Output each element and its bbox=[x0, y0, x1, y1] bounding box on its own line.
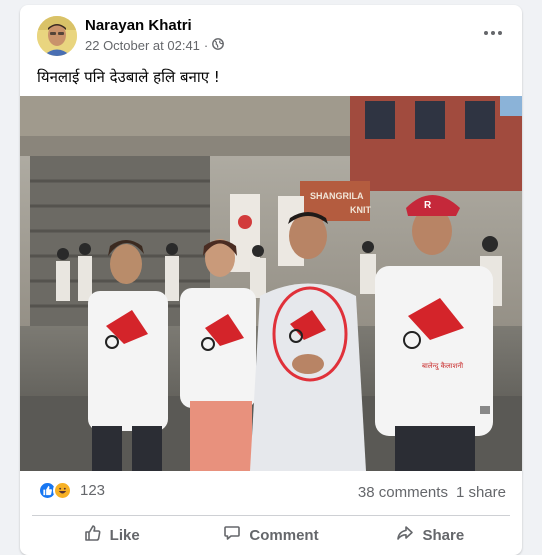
ellipsis-dot bbox=[491, 31, 495, 35]
post-actions: Like Comment Share bbox=[32, 517, 510, 553]
ellipsis-dot bbox=[498, 31, 502, 35]
reactions-summary[interactable]: 123 bbox=[38, 481, 105, 500]
share-icon bbox=[396, 524, 414, 546]
avatar[interactable] bbox=[37, 16, 77, 56]
reaction-count: 123 bbox=[80, 482, 106, 499]
post-timestamp[interactable]: 22 October at 02:41 bbox=[85, 38, 200, 53]
like-button[interactable]: Like bbox=[32, 517, 191, 553]
post-photo[interactable]: SHANGRILA KNIT R बालेन्दु कैलाशनी bbox=[20, 96, 522, 471]
shares-count[interactable]: 1 share bbox=[456, 484, 506, 501]
comment-button[interactable]: Comment bbox=[191, 517, 350, 553]
more-options-button[interactable] bbox=[478, 21, 508, 45]
thumbs-up-icon bbox=[84, 524, 102, 546]
divider bbox=[32, 515, 510, 516]
author-name[interactable]: Narayan Khatri bbox=[85, 17, 192, 34]
share-label: Share bbox=[422, 526, 465, 544]
shop-sign-text: SHANGRILA bbox=[310, 191, 364, 201]
post-header: Narayan Khatri 22 October at 02:41 · bbox=[20, 5, 522, 61]
comment-icon bbox=[223, 524, 241, 546]
post-meta: 22 October at 02:41 · bbox=[85, 38, 225, 53]
comment-label: Comment bbox=[249, 526, 319, 544]
photo-scene: SHANGRILA KNIT R बालेन्दु कैलाशनी bbox=[20, 96, 522, 471]
comments-count[interactable]: 38 comments bbox=[358, 484, 448, 501]
post-stats: 38 comments 1 share bbox=[358, 484, 506, 501]
meta-separator: · bbox=[203, 38, 209, 53]
shop-sign-text: KNIT bbox=[350, 205, 371, 215]
post-card: Narayan Khatri 22 October at 02:41 · यिन… bbox=[20, 5, 522, 555]
post-text: यिनलाई पनि देउबाले हलि बनाए ! bbox=[37, 68, 220, 86]
like-label: Like bbox=[109, 526, 140, 544]
cap-logo: R bbox=[424, 200, 432, 211]
shirt-text: बालेन्दु कैलाशनी bbox=[422, 361, 463, 371]
globe-icon bbox=[212, 38, 225, 53]
haha-icon bbox=[53, 481, 72, 500]
ellipsis-icon bbox=[484, 31, 488, 35]
share-button[interactable]: Share bbox=[351, 517, 510, 553]
